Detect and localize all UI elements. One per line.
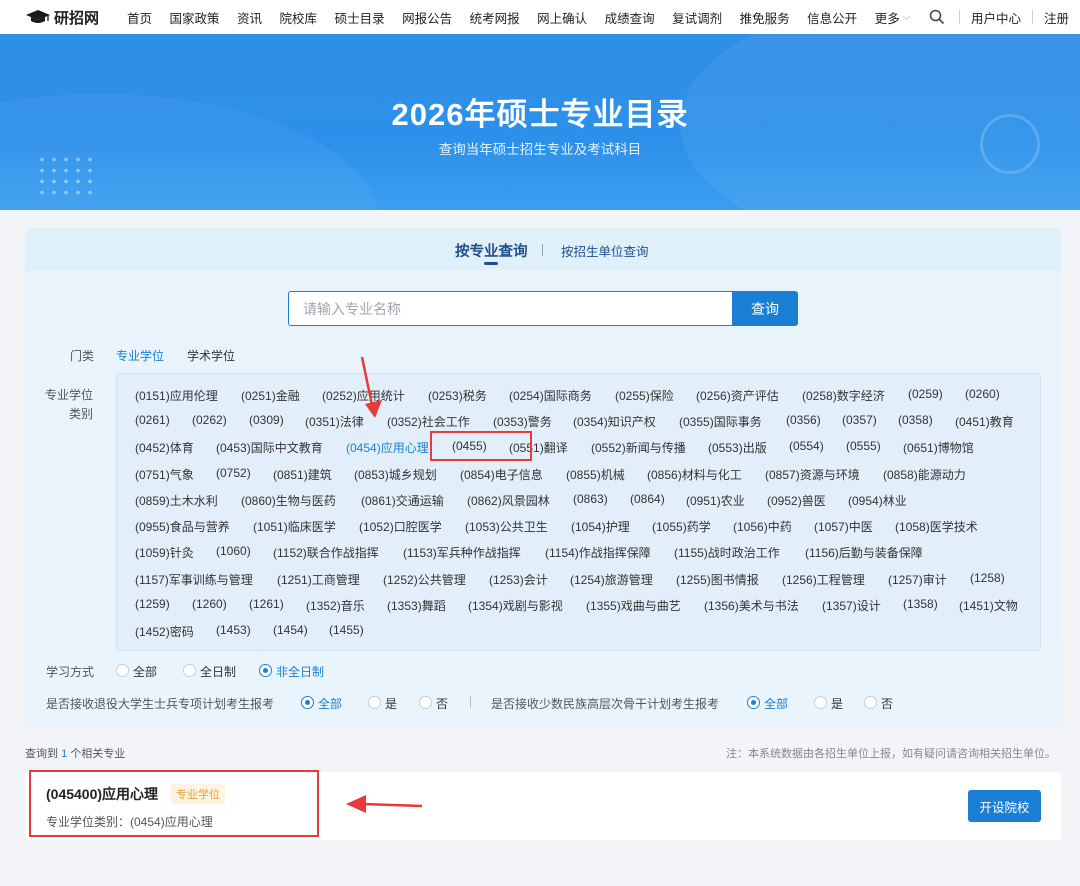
annotation-arrow-down-icon — [360, 356, 382, 418]
annotation-arrow-left-icon — [346, 795, 423, 813]
annotation-arrows — [346, 356, 423, 813]
